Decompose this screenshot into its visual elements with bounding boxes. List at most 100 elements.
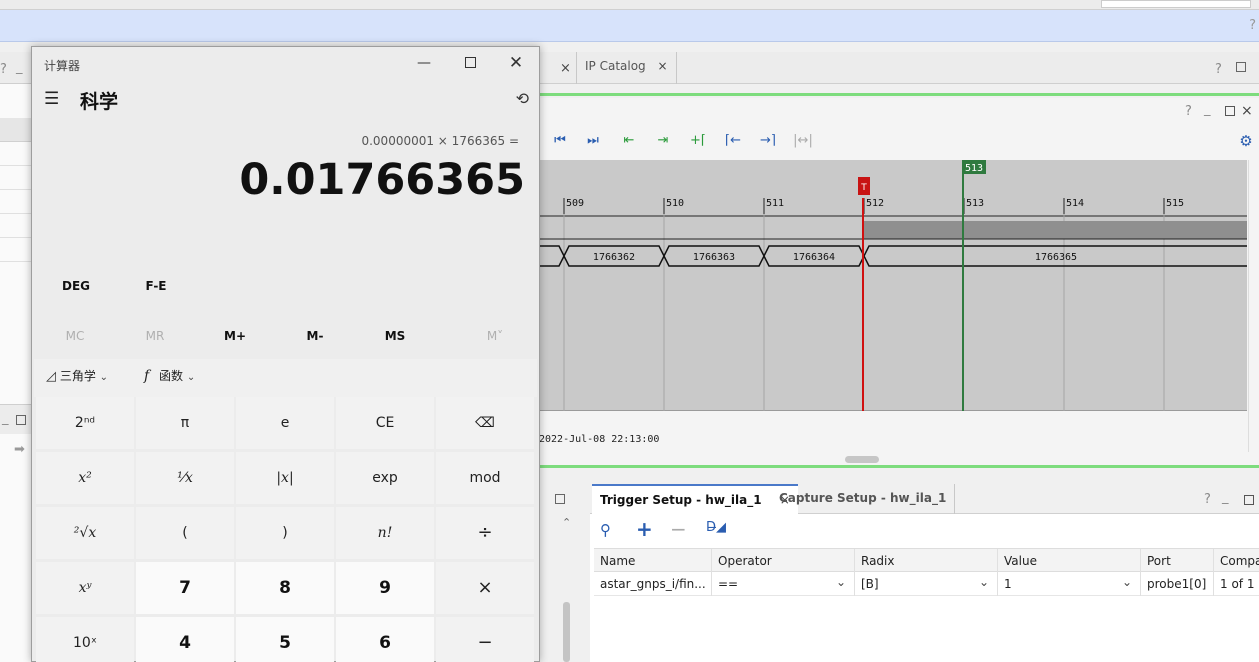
- minimize-icon[interactable]: _: [1204, 102, 1211, 117]
- tab-capture-setup[interactable]: Capture Setup - hw_ila_1: [771, 484, 956, 514]
- left-side-panel: _ ➡: [0, 84, 33, 662]
- tab-ip-catalog[interactable]: IP Catalog ×: [576, 52, 677, 84]
- digit-8-button[interactable]: 8: [236, 562, 334, 614]
- next-marker-icon[interactable]: →⌉: [757, 132, 779, 150]
- previous-marker-icon[interactable]: ⌈←: [722, 132, 744, 150]
- column-header-operator[interactable]: Operator: [712, 549, 855, 573]
- minimize-button[interactable]: —: [404, 53, 444, 73]
- clear-entry-button[interactable]: CE: [336, 397, 434, 449]
- pi-button[interactable]: π: [136, 397, 234, 449]
- absolute-value-button[interactable]: |x|: [236, 452, 334, 504]
- digit-9-button[interactable]: 9: [336, 562, 434, 614]
- digit-5-button[interactable]: 5: [236, 617, 334, 662]
- divide-button[interactable]: ÷: [436, 507, 534, 559]
- maximize-icon[interactable]: [1236, 62, 1246, 72]
- radix-select[interactable]: [B] ⌄: [855, 572, 998, 596]
- operator-select[interactable]: == ⌄: [712, 572, 855, 596]
- ten-power-button[interactable]: 10ˣ: [36, 617, 134, 662]
- gate-condition-icon[interactable]: D̶◢: [706, 520, 726, 535]
- maximize-icon[interactable]: [1244, 495, 1254, 505]
- go-to-start-icon[interactable]: ⏮: [549, 132, 571, 150]
- square-button[interactable]: x²: [36, 452, 134, 504]
- forward-arrow-icon[interactable]: ➡: [14, 442, 25, 457]
- close-button[interactable]: ✕: [496, 53, 536, 73]
- close-paren-button[interactable]: ): [236, 507, 334, 559]
- cursor-label: 513: [965, 163, 983, 174]
- power-button[interactable]: xʸ: [36, 562, 134, 614]
- next-transition-icon[interactable]: ⇥: [652, 132, 674, 150]
- left-panel-row[interactable]: [0, 166, 33, 190]
- help-icon[interactable]: ?: [1204, 492, 1211, 507]
- probe-name-cell[interactable]: astar_gnps_i/fin...: [594, 572, 712, 596]
- help-icon[interactable]: ?: [1249, 18, 1256, 33]
- backspace-button[interactable]: ⌫: [436, 397, 534, 449]
- tick-label: 513: [966, 198, 984, 209]
- digit-4-button[interactable]: 4: [136, 617, 234, 662]
- search-box[interactable]: [1101, 0, 1251, 8]
- maximize-icon[interactable]: [16, 415, 26, 425]
- column-header-radix[interactable]: Radix: [855, 549, 998, 573]
- previous-transition-icon[interactable]: ⇤: [618, 132, 640, 150]
- add-probe-icon[interactable]: +: [636, 517, 653, 541]
- exp-button[interactable]: exp: [336, 452, 434, 504]
- add-marker-icon[interactable]: +⌈: [687, 132, 709, 150]
- factorial-button[interactable]: n!: [336, 507, 434, 559]
- left-help-icon[interactable]: ?: [0, 62, 7, 77]
- tab-trigger-setup-label: Trigger Setup - hw_ila_1: [600, 493, 762, 507]
- help-icon[interactable]: ?: [1215, 62, 1222, 77]
- close-icon[interactable]: ×: [1241, 103, 1253, 119]
- waveform-svg: 509 510 511 512 513 514 515 1766362 1766…: [539, 160, 1247, 411]
- memory-subtract-button[interactable]: M-: [275, 323, 355, 349]
- square-root-button[interactable]: ²√x: [36, 507, 134, 559]
- deg-button[interactable]: DEG: [36, 273, 116, 299]
- tick-label: 515: [1166, 198, 1184, 209]
- digit-6-button[interactable]: 6: [336, 617, 434, 662]
- maximize-button[interactable]: [450, 53, 490, 73]
- scroll-up-icon[interactable]: ⌃: [562, 516, 571, 529]
- help-icon[interactable]: ?: [1185, 104, 1192, 119]
- horizontal-scroll-thumb[interactable]: [845, 456, 879, 463]
- subtract-button[interactable]: −: [436, 617, 534, 662]
- memory-add-button[interactable]: M+: [195, 323, 275, 349]
- function-dropdown[interactable]: f 函数 ⌄: [144, 367, 195, 384]
- column-header-name[interactable]: Name: [594, 549, 712, 573]
- digit-7-button[interactable]: 7: [136, 562, 234, 614]
- euler-button[interactable]: e: [236, 397, 334, 449]
- mod-button[interactable]: mod: [436, 452, 534, 504]
- go-to-end-icon[interactable]: ⏭: [582, 132, 604, 150]
- column-header-value[interactable]: Value: [998, 549, 1141, 573]
- trig-dropdown[interactable]: ◿ 三角学 ⌄: [46, 367, 108, 384]
- column-header-compare[interactable]: Compa: [1214, 549, 1259, 573]
- history-icon[interactable]: ⟲: [516, 89, 529, 108]
- left-minimize-icon[interactable]: _: [16, 60, 23, 75]
- waveform-canvas[interactable]: 509 510 511 512 513 514 515 1766362 1766…: [539, 160, 1247, 411]
- reciprocal-button[interactable]: ¹⁄x: [136, 452, 234, 504]
- table-header-row: Name Operator Radix Value Port Compa: [594, 548, 1259, 573]
- search-icon[interactable]: ⚲: [600, 521, 611, 539]
- scroll-thumb[interactable]: [563, 602, 570, 662]
- left-panel-row[interactable]: [0, 238, 33, 262]
- close-tab-icon[interactable]: ×: [560, 61, 571, 76]
- hamburger-menu-icon[interactable]: ☰: [44, 89, 59, 109]
- left-panel-row[interactable]: [0, 190, 33, 214]
- second-function-button[interactable]: 2ⁿᵈ: [36, 397, 134, 449]
- maximize-icon[interactable]: [1225, 106, 1235, 116]
- radix-value: [B]: [861, 577, 879, 591]
- multiply-button[interactable]: ×: [436, 562, 534, 614]
- open-paren-button[interactable]: (: [136, 507, 234, 559]
- close-tab-icon[interactable]: ×: [658, 59, 668, 73]
- left-panel-row[interactable]: [0, 142, 33, 166]
- minimize-icon[interactable]: _: [1222, 490, 1229, 505]
- vertical-scrollbar[interactable]: [1248, 160, 1259, 452]
- column-header-port[interactable]: Port: [1141, 549, 1214, 573]
- maximize-icon[interactable]: [555, 494, 565, 504]
- value-select[interactable]: 1 ⌄: [998, 572, 1141, 596]
- memory-store-button[interactable]: MS: [355, 323, 435, 349]
- gear-icon[interactable]: ⚙: [1235, 132, 1257, 150]
- tab-trigger-setup[interactable]: Trigger Setup - hw_ila_1 ×: [592, 484, 798, 514]
- trig-label: 三角学: [59, 369, 96, 383]
- left-panel-row[interactable]: [0, 214, 33, 238]
- fe-button[interactable]: F-E: [116, 273, 196, 299]
- table-row[interactable]: astar_gnps_i/fin... == ⌄ [B] ⌄ 1 ⌄ probe…: [594, 572, 1259, 596]
- minimize-icon[interactable]: _: [2, 411, 9, 426]
